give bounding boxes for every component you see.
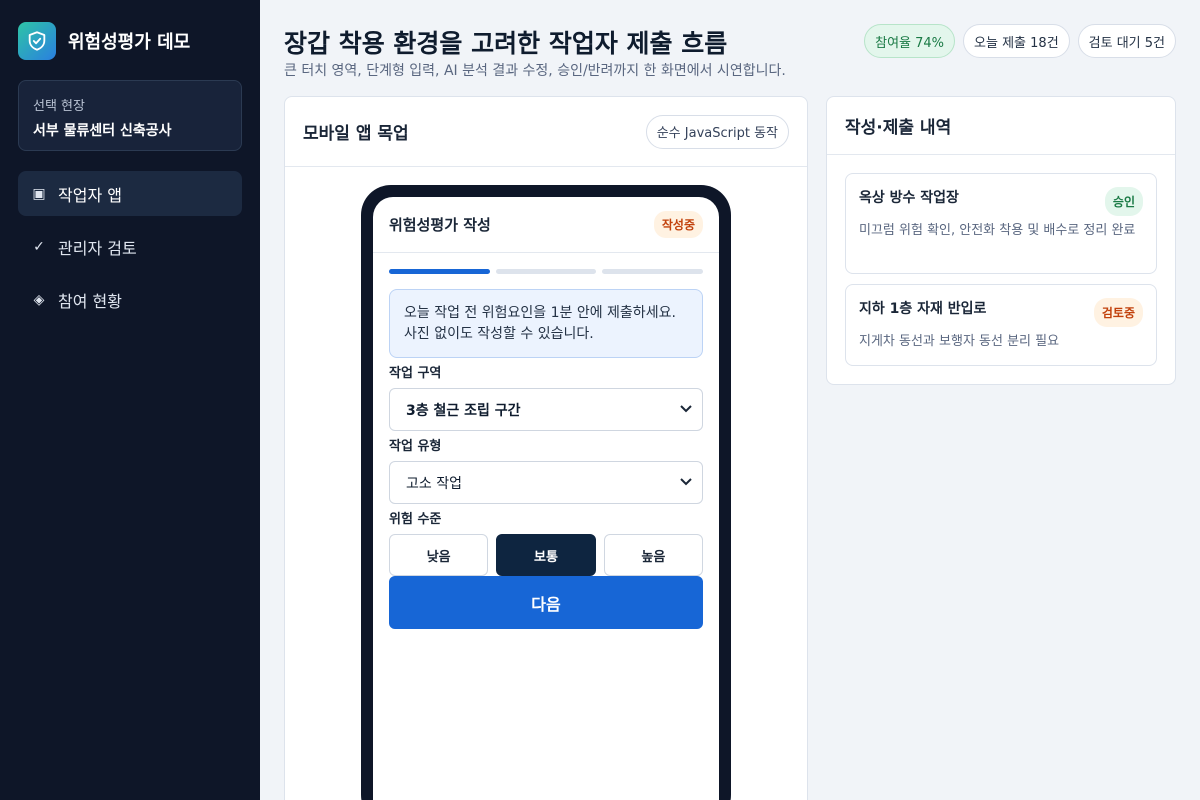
history-title: 작성·제출 내역 — [827, 97, 1175, 155]
site-selector[interactable]: 선택 현장 서부 물류센터 신축공사 — [18, 80, 242, 151]
screen-header: 위험성평가 작성 작성중 — [373, 197, 719, 253]
zone-select[interactable]: 3층 철근 조립 구간 — [389, 388, 703, 431]
history-item[interactable]: 옥상 방수 작업장 승인 미끄럼 위험 확인, 안전화 착용 및 배수로 정리 … — [845, 173, 1157, 274]
js-chip: 순수 JavaScript 동작 — [645, 114, 789, 149]
chevron-down-icon — [680, 476, 692, 489]
app-square-icon: ▣ — [32, 185, 46, 202]
draft-status-badge: 작성중 — [653, 211, 703, 238]
risk-high-button[interactable]: 높음 — [603, 534, 703, 576]
history-item-desc: 미끄럼 위험 확인, 안전화 착용 및 배수로 정리 완료 — [859, 223, 1136, 238]
step-progress — [373, 269, 719, 274]
sidebar-item-label: 관리자 검토 — [58, 238, 137, 258]
history-item-desc: 지게차 동선과 보행자 동선 분리 필요 — [859, 334, 1060, 349]
sidebar-nav: ▣ 작업자 앱 ✓ 관리자 검토 ◈ 참여 현황 — [18, 171, 242, 322]
page-subtitle: 큰 터치 영역, 단계형 입력, AI 분석 결과 수정, 승인/반려까지 한 … — [284, 63, 786, 79]
pending-review-badge: 검토 대기 5건 — [1077, 24, 1176, 58]
sidebar-item-worker-app[interactable]: ▣ 작업자 앱 — [18, 171, 242, 216]
mobile-mockup-card: 모바일 앱 목업 순수 JavaScript 동작 위험성평가 작성 작성중 오… — [284, 96, 808, 800]
page-title: 장갑 착용 환경을 고려한 작업자 제출 흐름 — [284, 29, 728, 58]
mockup-header: 모바일 앱 목업 순수 JavaScript 동작 — [285, 97, 807, 167]
participation-rate-badge: 참여율 74% — [864, 24, 956, 58]
step-indicator-2 — [495, 269, 597, 274]
main-content: 장갑 착용 환경을 고려한 작업자 제출 흐름 큰 터치 영역, 단계형 입력,… — [260, 0, 1200, 800]
sidebar-item-participation[interactable]: ◈ 참여 현황 — [18, 277, 242, 322]
risk-label: 위험 수준 — [389, 512, 442, 527]
status-badge: 검토중 — [1093, 298, 1143, 327]
diamond-icon: ◈ — [33, 291, 45, 308]
summary-badges: 참여율 74% 오늘 제출 18건 검토 대기 5건 — [864, 24, 1176, 58]
risk-medium-button[interactable]: 보통 — [496, 534, 596, 576]
sidebar-item-label: 참여 현황 — [58, 291, 122, 311]
today-submissions-badge: 오늘 제출 18건 — [963, 24, 1070, 58]
history-item[interactable]: 지하 1층 자재 반입로 검토중 지게차 동선과 보행자 동선 분리 필요 — [845, 284, 1157, 366]
status-badge: 승인 — [1104, 187, 1143, 216]
work-type-select-value: 고소 작업 — [406, 475, 462, 492]
work-type-select[interactable]: 고소 작업 — [389, 461, 703, 504]
zone-label: 작업 구역 — [389, 366, 442, 381]
risk-level-group: 낮음 보통 높음 — [389, 534, 703, 576]
info-notice: 오늘 작업 전 위험요인을 1분 안에 제출하세요. 사진 없이도 작성할 수 … — [389, 289, 703, 358]
next-button[interactable]: 다음 — [389, 576, 703, 629]
check-icon: ✓ — [33, 238, 45, 255]
risk-low-button[interactable]: 낮음 — [389, 534, 489, 576]
site-label: 선택 현장 — [33, 99, 85, 114]
screen-title: 위험성평가 작성 — [389, 216, 491, 234]
submission-history-card: 작성·제출 내역 옥상 방수 작업장 승인 미끄럼 위험 확인, 안전화 착용 … — [826, 96, 1176, 385]
chevron-down-icon — [680, 403, 692, 416]
zone-select-value: 3층 철근 조립 구간 — [406, 402, 521, 419]
step-indicator-3 — [602, 269, 704, 274]
brand: 위험성평가 데모 — [18, 22, 242, 60]
phone-frame: 위험성평가 작성 작성중 오늘 작업 전 위험요인을 1분 안에 제출하세요. … — [361, 185, 731, 800]
type-label: 작업 유형 — [389, 439, 442, 454]
mockup-title: 모바일 앱 목업 — [303, 124, 409, 144]
sidebar: 위험성평가 데모 선택 현장 서부 물류센터 신축공사 ▣ 작업자 앱 ✓ 관리… — [0, 0, 260, 800]
shield-check-icon — [18, 22, 56, 60]
history-item-title: 옥상 방수 작업장 — [859, 190, 959, 206]
site-name: 서부 물류센터 신축공사 — [33, 123, 172, 139]
step-indicator-1 — [389, 269, 490, 274]
brand-title: 위험성평가 데모 — [68, 32, 191, 53]
sidebar-item-label: 작업자 앱 — [58, 185, 122, 205]
sidebar-item-admin-review[interactable]: ✓ 관리자 검토 — [18, 224, 242, 269]
phone-screen: 위험성평가 작성 작성중 오늘 작업 전 위험요인을 1분 안에 제출하세요. … — [373, 197, 719, 800]
